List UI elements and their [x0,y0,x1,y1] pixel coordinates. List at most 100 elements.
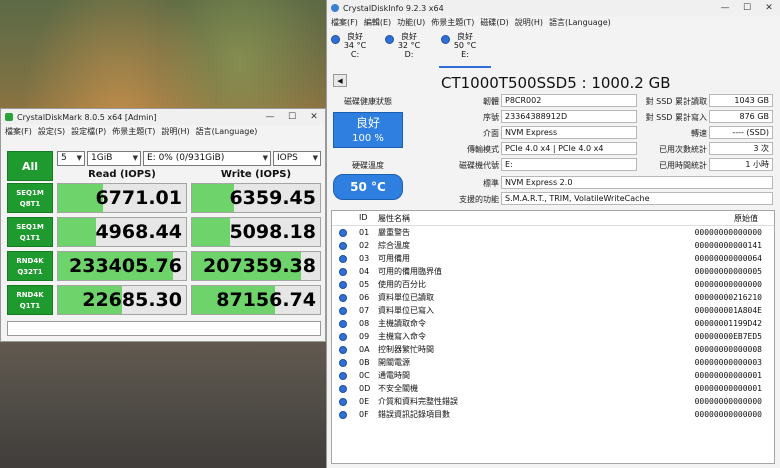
menu-edit[interactable]: 編輯(E) [364,17,391,28]
menu-disk[interactable]: 磁碟(D) [480,17,508,28]
menu-help[interactable]: 說明(H) [161,126,189,137]
col-raw[interactable]: 原始值 [734,213,758,224]
cdm-titlebar: CrystalDiskMark 8.0.5 x64 [Admin] — ☐ ✕ [1,109,325,125]
count-value: 5 [61,153,67,163]
test-label-line1: SEQ1M [16,223,44,231]
write-header: Write (IOPS) [220,169,292,180]
smart-id: 02 [359,241,370,250]
status-dot-icon [339,385,347,393]
test-button-rnd4k-q1t1[interactable]: RND4K Q1T1 [7,285,53,315]
close-icon[interactable]: ✕ [303,109,325,125]
close-icon[interactable]: ✕ [758,0,780,16]
col-id[interactable]: ID [359,213,368,222]
result-row-rnd4k-q1t1: RND4K Q1T1 22685.30 87156.74 [5,285,321,315]
minimize-icon[interactable]: — [259,109,281,125]
transfer-mode-value: PCIe 4.0 x4 | PCIe 4.0 x4 [501,142,637,155]
table-row[interactable]: 02 綜合溫度 00000000000141 [332,240,774,252]
temperature-badge[interactable]: 50 °C [333,174,403,200]
host-reads-value: 1043 GB [709,94,773,107]
drive-tab-d[interactable]: 良好 32 °C D: [383,32,435,66]
minimize-icon[interactable]: — [714,0,736,16]
serial-value: 23364388912D [501,110,637,123]
menu-file[interactable]: 檔案(F) [331,17,358,28]
read-result: 4968.44 [57,217,187,247]
col-name[interactable]: 屬性名稱 [378,213,410,224]
table-row[interactable]: 0F 錯誤資訊記錄項目數 00000000000000 [332,409,774,421]
write-result: 5098.18 [191,217,321,247]
cdm-controls: All 5 ▼ 1GiB ▼ E: 0% (0/931GiB) ▼ IOPS ▼ Rea… [5,147,323,181]
status-dot-icon [331,35,340,44]
menu-theme[interactable]: 佈景主題(T) [431,17,474,28]
maximize-icon[interactable]: ☐ [736,0,758,16]
standard-label: 標準 [483,179,499,188]
count-select[interactable]: 5 ▼ [57,151,85,166]
read-result: 233405.76 [57,251,187,281]
test-button-rnd4k-q32t1[interactable]: RND4K Q32T1 [7,251,53,281]
drive-select[interactable]: E: 0% (0/931GiB) ▼ [143,151,271,166]
size-select[interactable]: 1GiB ▼ [87,151,141,166]
previous-disk-button[interactable]: ◀ [333,74,347,87]
status-dot-icon [339,307,347,315]
menu-file[interactable]: 檔案(F) [5,126,32,137]
test-button-seq1m-q1t1[interactable]: SEQ1M Q1T1 [7,217,53,247]
interface-label: 介面 [483,129,499,138]
smart-id: 07 [359,306,370,315]
menu-help[interactable]: 說明(H) [515,17,543,28]
smart-raw: 00000000000000 [694,280,762,289]
read-result: 6771.01 [57,183,187,213]
unit-select[interactable]: IOPS ▼ [273,151,321,166]
table-row[interactable]: 0C 通電時間 00000000000001 [332,370,774,382]
read-bar [58,218,97,246]
smart-name: 開關電源 [378,358,410,367]
write-result: 87156.74 [191,285,321,315]
table-row[interactable]: 08 主機讀取命令 00000001199D42 [332,318,774,330]
chevron-down-icon: ▼ [312,154,318,162]
table-row[interactable]: 04 可用的備用臨界值 00000000000005 [332,266,774,278]
cdi-titlebar: CrystalDiskInfo 9.2.3 x64 — ☐ ✕ [327,0,780,16]
menu-language[interactable]: 語言(Language) [196,126,258,137]
drive-tab-e[interactable]: 良好 50 °C E: [439,32,491,68]
transfer-mode-label: 傳輸模式 [467,145,499,154]
table-row[interactable]: 03 可用備用 00000000000064 [332,253,774,265]
table-row[interactable]: 0E 介質和資料完整性錯誤 00000000000000 [332,396,774,408]
rotation-label: 轉速 [691,129,707,138]
menu-settings[interactable]: 設定(S) [38,126,65,137]
smart-raw: 00000000000008 [694,345,762,354]
smart-id: 05 [359,280,370,289]
table-row[interactable]: 09 主機寫入命令 00000000EB7ED5 [332,331,774,343]
table-row[interactable]: 07 資料單位已寫入 000000001A804E [332,305,774,317]
table-row[interactable]: 0D 不安全關機 00000000000001 [332,383,774,395]
menu-language[interactable]: 語言(Language) [549,17,611,28]
cdi-title: CrystalDiskInfo 9.2.3 x64 [343,3,444,13]
table-row[interactable]: 05 使用的百分比 00000000000000 [332,279,774,291]
cdi-app-icon [331,4,339,12]
smart-raw: 00000001199D42 [694,319,762,328]
all-button[interactable]: All [7,151,53,181]
write-bar [192,218,231,246]
menu-function[interactable]: 功能(U) [397,17,425,28]
smart-id: 0B [359,358,370,367]
cdi-menubar: 檔案(F) 編輯(E) 功能(U) 佈景主題(T) 磁碟(D) 說明(H) 語言… [327,16,780,29]
table-row[interactable]: 0B 開關電源 00000000000003 [332,357,774,369]
smart-table-header: ID 屬性名稱 原始值 [332,211,774,226]
comment-input[interactable] [7,321,321,336]
smart-id: 04 [359,267,370,276]
drive-tab-c[interactable]: 良好 34 °C C: [329,32,381,66]
table-row[interactable]: 01 嚴重警告 00000000000000 [332,227,774,239]
test-button-seq1m-q8t1[interactable]: SEQ1M Q8T1 [7,183,53,213]
table-row[interactable]: 06 資料單位已讀取 00000000216210 [332,292,774,304]
table-row[interactable]: 0A 控制器繁忙時間 00000000000008 [332,344,774,356]
chevron-down-icon: ▼ [76,154,82,162]
host-writes-label: 對 SSD 累計寫入 [645,113,707,122]
status-dot-icon [339,372,347,380]
write-value: 6359.45 [229,187,316,209]
test-label-line1: SEQ1M [16,189,44,197]
size-value: 1GiB [91,153,113,163]
menu-theme[interactable]: 佈景主題(T) [112,126,155,137]
test-label-line2: Q1T1 [19,302,41,310]
maximize-icon[interactable]: ☐ [281,109,303,125]
smart-name: 可用備用 [378,254,410,263]
smart-id: 0D [359,384,371,393]
health-status-badge[interactable]: 良好 100 % [333,112,403,148]
menu-profile[interactable]: 設定檔(P) [71,126,106,137]
